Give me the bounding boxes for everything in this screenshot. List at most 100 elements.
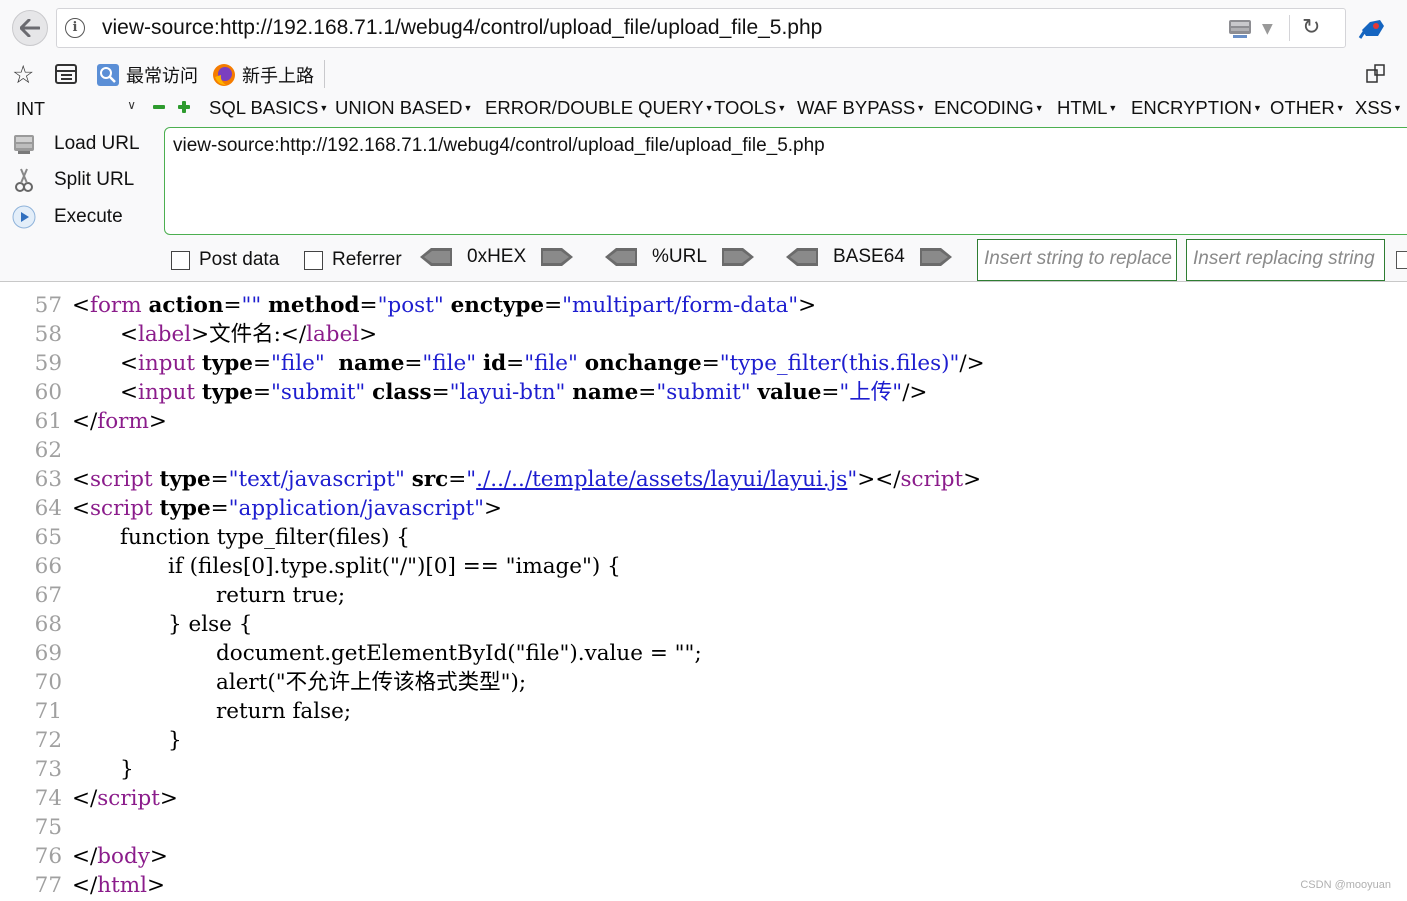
dropdown-arrow-icon: ▼	[916, 103, 926, 113]
site-info-icon[interactable]: i	[65, 18, 85, 38]
code-token: <	[120, 322, 139, 347]
code-token: =	[252, 380, 271, 405]
code-token: label	[306, 322, 360, 347]
line-number: 66	[34, 554, 62, 579]
menu-tools[interactable]: TOOLS▼	[714, 97, 786, 119]
url-encode-arrow-icon[interactable]	[604, 246, 638, 268]
address-bar-url[interactable]: view-source:http://192.168.71.1/webug4/c…	[102, 16, 822, 40]
code-token: "post"	[377, 293, 444, 318]
source-line: 59 <input type="file" name="file" id="fil…	[0, 349, 1407, 378]
replace-string-input[interactable]: Insert string to replace	[977, 239, 1177, 281]
hackbar-url-textarea[interactable]: view-source:http://192.168.71.1/webug4/c…	[164, 127, 1407, 235]
line-number: 75	[34, 815, 62, 840]
checkbox-box[interactable]	[171, 250, 190, 270]
replacing-string-input[interactable]: Insert replacing string	[1186, 239, 1385, 281]
code-token: type	[201, 351, 253, 376]
source-line: 66 if (files[0].type.split("/")[0] == "im…	[0, 552, 1407, 581]
replace-checkbox[interactable]	[1396, 251, 1407, 269]
reload-icon[interactable]: ↻	[1302, 15, 1320, 40]
dropdown-arrow-icon: ▼	[704, 103, 714, 113]
menu-waf-bypass[interactable]: WAF BYPASS▼	[797, 97, 925, 119]
code-token: type	[159, 467, 211, 492]
bookmark-most-visited[interactable]: 最常访问	[96, 62, 198, 88]
dropdown-arrow-icon: ▼	[1252, 103, 1262, 113]
source-line: 69 document.getElementById("file").value …	[0, 639, 1407, 668]
url-separator	[1289, 15, 1290, 41]
synced-tabs-icon[interactable]	[1364, 62, 1388, 86]
code-token: 文件名:	[209, 322, 281, 347]
line-number: 77	[34, 873, 62, 898]
address-bar[interactable]: i view-source:http://192.168.71.1/webug4…	[56, 8, 1346, 48]
source-code: <script type="text/javascript" src="./..…	[72, 465, 981, 494]
code-token: return true;	[216, 583, 346, 608]
code-token: =	[252, 351, 271, 376]
menu-xss[interactable]: XSS▼	[1355, 97, 1402, 119]
line-number: 76	[34, 844, 62, 869]
hex-encode-arrow-icon[interactable]	[419, 246, 453, 268]
back-button[interactable]	[12, 10, 48, 46]
source-code: document.getElementById("file").value = …	[216, 639, 702, 668]
code-token: =	[638, 380, 657, 405]
code-token: src	[411, 467, 449, 492]
code-token: =	[210, 467, 229, 492]
menu-html[interactable]: HTML▼	[1057, 97, 1117, 119]
code-token: action	[148, 293, 224, 318]
code-token: </	[72, 409, 98, 434]
menu-other[interactable]: OTHER▼	[1270, 97, 1345, 119]
menu-encoding[interactable]: ENCODING▼	[934, 97, 1044, 119]
code-token: class	[372, 380, 432, 405]
source-line: 70 alert("不允许上传该格式类型");	[0, 668, 1407, 697]
hackbar-url-value[interactable]: view-source:http://192.168.71.1/webug4/c…	[173, 135, 825, 157]
line-number: 72	[34, 728, 62, 753]
int-select[interactable]: INT ∨	[8, 95, 142, 123]
code-token: }	[120, 757, 134, 782]
minus-icon[interactable]	[152, 100, 166, 114]
source-line: 63 <script type="text/javascript" src="./…	[0, 465, 1407, 494]
line-number: 74	[34, 786, 62, 811]
dropdown-arrow-icon: ▼	[319, 103, 329, 113]
plus-icon[interactable]	[177, 100, 191, 114]
code-token: }	[168, 728, 182, 753]
menu-encryption[interactable]: ENCRYPTION▼	[1131, 97, 1262, 119]
post-data-checkbox[interactable]: Post data	[171, 249, 279, 271]
referrer-checkbox[interactable]: Referrer	[304, 249, 402, 271]
menu-sql-basics[interactable]: SQL BASICS▼	[209, 97, 328, 119]
checkbox-box[interactable]	[304, 250, 323, 270]
url-dropdown-icon[interactable]: ▼	[1262, 21, 1273, 37]
menu-error-double-query[interactable]: ERROR/DOUBLE QUERY▼	[485, 97, 714, 119]
code-token: >	[359, 322, 378, 347]
menu-label: ERROR/DOUBLE QUERY	[485, 97, 704, 118]
code-token: >	[147, 873, 166, 898]
page-actions-icon[interactable]	[1227, 17, 1253, 39]
code-token: "上传"	[839, 380, 903, 405]
int-select-value: INT	[16, 99, 45, 119]
library-icon[interactable]	[54, 63, 78, 85]
load-url-button[interactable]: Load URL	[10, 129, 150, 159]
source-line: 72}	[0, 726, 1407, 755]
most-visited-icon	[97, 64, 119, 86]
source-code: </script>	[72, 784, 178, 813]
hex-label: 0xHEX	[467, 246, 527, 267]
base64-label: BASE64	[833, 246, 905, 267]
code-token: "text/javascript"	[228, 467, 405, 492]
bookmark-star-icon[interactable]: ☆	[12, 60, 34, 89]
code-token: =	[223, 293, 242, 318]
execute-button[interactable]: Execute	[10, 202, 150, 232]
line-number: 69	[34, 641, 62, 666]
code-token: />	[902, 380, 928, 405]
bookmark-getting-started[interactable]: 新手上路	[212, 62, 314, 88]
code-token: =	[544, 293, 563, 318]
url-decode-arrow-icon[interactable]	[721, 246, 755, 268]
code-token: </	[72, 786, 98, 811]
split-url-button[interactable]: Split URL	[10, 165, 150, 195]
line-number: 65	[34, 525, 62, 550]
menu-union-based[interactable]: UNION BASED▼	[335, 97, 472, 119]
code-token: <	[72, 467, 91, 492]
extension-icon[interactable]	[1358, 14, 1388, 42]
base64-encode-arrow-icon[interactable]	[785, 246, 819, 268]
source-link[interactable]: ./../../template/assets/layui/layui.js	[476, 467, 847, 492]
base64-decode-arrow-icon[interactable]	[919, 246, 953, 268]
hex-decode-arrow-icon[interactable]	[540, 246, 574, 268]
